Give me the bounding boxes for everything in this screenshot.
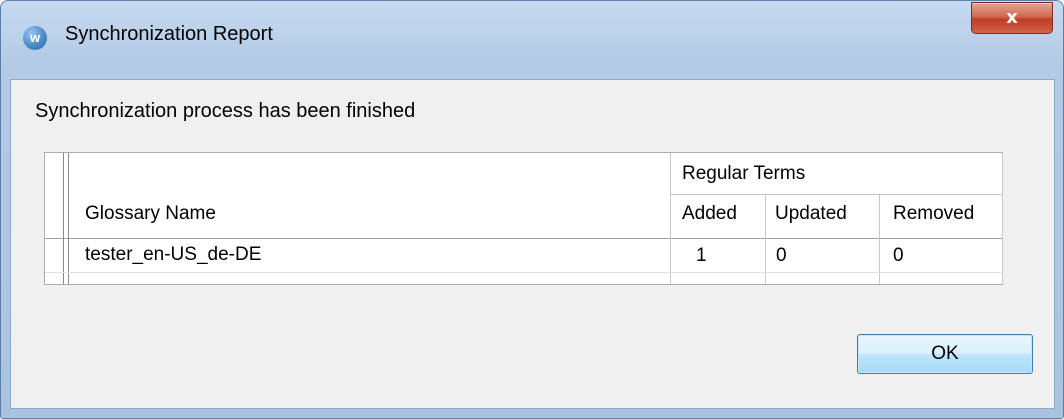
title-bar[interactable]: w Synchronization Report x	[1, 1, 1063, 79]
dialog-window: w Synchronization Report x Synchronizati…	[0, 0, 1064, 419]
group-header-divider	[670, 194, 1002, 195]
sync-report-table: Regular Terms Glossary Name Added Update…	[44, 152, 1003, 285]
status-message: Synchronization process has been finishe…	[35, 100, 416, 122]
column-header-glossary-name[interactable]: Glossary Name	[85, 203, 216, 225]
cell-removed: 0	[893, 245, 904, 266]
group-header-regular-terms[interactable]: Regular Terms	[682, 163, 805, 185]
window-title: Synchronization Report	[65, 23, 273, 45]
column-header-added[interactable]: Added	[682, 203, 737, 225]
cell-updated: 0	[776, 245, 787, 266]
column-header-removed[interactable]: Removed	[893, 203, 974, 225]
cell-glossary-name: tester_en-US_de-DE	[85, 244, 262, 265]
ok-button[interactable]: OK	[857, 334, 1033, 374]
cell-added: 1	[696, 245, 707, 266]
close-icon: x	[1006, 7, 1018, 28]
app-icon: w	[23, 26, 47, 50]
close-button[interactable]: x	[971, 2, 1053, 34]
column-divider-4	[1002, 153, 1003, 284]
dialog-body: Synchronization process has been finishe…	[10, 79, 1055, 409]
column-header-updated[interactable]: Updated	[775, 203, 847, 225]
table-row[interactable]: tester_en-US_de-DE 1 0 0	[45, 238, 1002, 273]
table-header: Regular Terms Glossary Name Added Update…	[45, 153, 1002, 239]
